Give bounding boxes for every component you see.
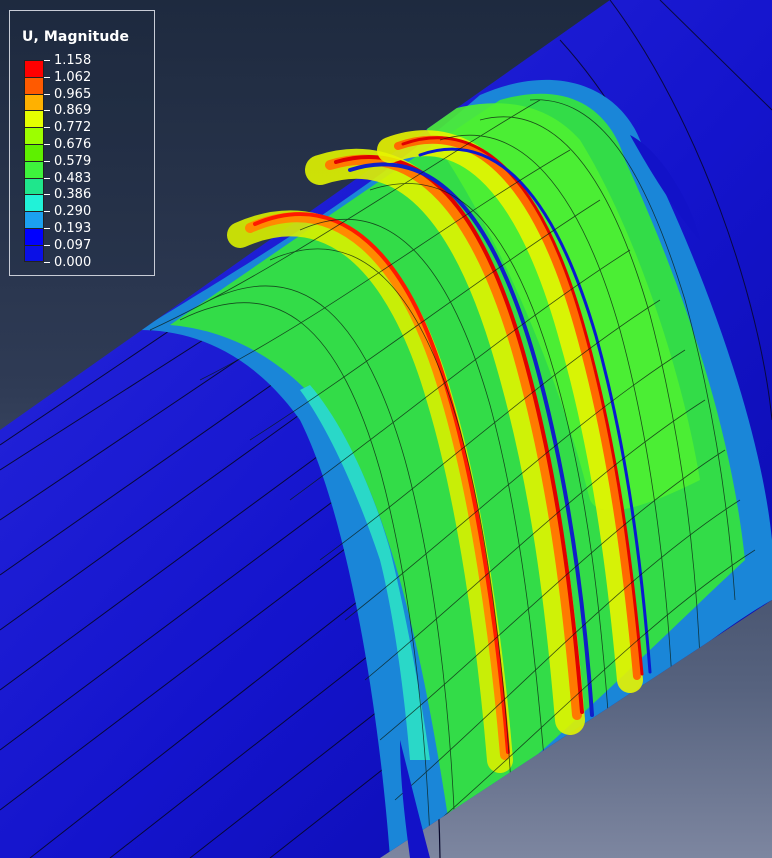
legend-tick (44, 211, 50, 213)
legend-level-label: 0.772 (54, 120, 92, 136)
legend-level-label: 0.483 (54, 170, 92, 186)
legend-color-bar (24, 60, 44, 262)
legend-swatch (24, 143, 44, 161)
contour-legend: U, Magnitude 1.158 1.062 0.965 0.869 0.772 0.… (9, 10, 155, 276)
legend-swatch (24, 60, 44, 77)
legend-swatch (24, 110, 44, 128)
legend-level-label: 0.579 (54, 153, 92, 169)
legend-tick (44, 177, 50, 179)
legend-level-label: 0.386 (54, 187, 92, 203)
legend-level-label: 0.000 (54, 254, 92, 270)
legend-level-label: 1.062 (54, 69, 92, 85)
legend-tick (44, 194, 50, 196)
legend-level-label: 1.158 (54, 53, 92, 68)
legend-swatch (24, 93, 44, 111)
legend-swatch (24, 194, 44, 212)
viewport-canvas[interactable]: U, Magnitude 1.158 1.062 0.965 0.869 0.772 0.… (0, 0, 772, 858)
legend-level-label: 0.097 (54, 237, 92, 253)
legend-swatch (24, 244, 44, 262)
legend-tick (44, 244, 50, 246)
legend-level-label: 0.869 (54, 103, 92, 119)
legend-swatch (24, 76, 44, 94)
legend-tick (44, 93, 50, 95)
legend-swatch (24, 127, 44, 144)
legend-swatch (24, 177, 44, 195)
legend-tick (44, 261, 50, 263)
legend-tick (44, 60, 50, 61)
legend-level-label: 0.290 (54, 204, 92, 220)
legend-tick (44, 76, 50, 78)
legend-swatch (24, 227, 44, 245)
legend-tick (44, 127, 50, 129)
legend-level-label: 0.965 (54, 86, 92, 102)
legend-tick (44, 144, 50, 145)
legend-title: U, Magnitude (22, 29, 130, 45)
legend-swatch (24, 211, 44, 228)
legend-level-label: 0.193 (54, 221, 92, 236)
legend-tick (44, 160, 50, 162)
legend-swatch (24, 160, 44, 178)
legend-tick (44, 110, 50, 112)
legend-tick (44, 228, 50, 229)
legend-level-label: 0.676 (54, 137, 92, 152)
